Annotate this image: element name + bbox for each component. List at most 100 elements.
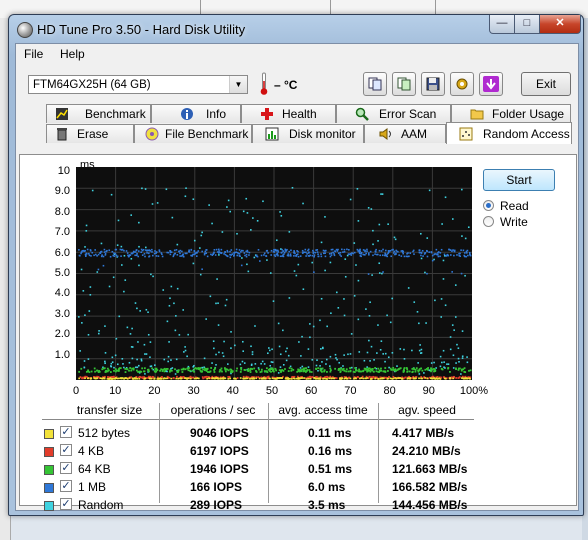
1mb-data-point bbox=[280, 251, 283, 254]
512-bytes-data-point bbox=[433, 377, 436, 380]
exit-button[interactable]: Exit bbox=[521, 72, 571, 96]
tab-info[interactable]: Info bbox=[151, 104, 241, 123]
random-data-point bbox=[175, 315, 177, 317]
1mb-data-point bbox=[304, 248, 307, 251]
512-bytes-data-point bbox=[359, 377, 361, 380]
1mb-data-point bbox=[224, 251, 226, 254]
1mb-data-point bbox=[155, 255, 158, 257]
series-checkbox[interactable]: ✓ bbox=[60, 498, 72, 510]
random-data-point bbox=[121, 264, 123, 266]
1mb-data-point bbox=[342, 251, 344, 253]
tab-disk-monitor[interactable]: Disk monitor bbox=[252, 124, 364, 143]
1mb-data-point bbox=[220, 248, 223, 251]
1mb-data-point bbox=[375, 248, 377, 251]
tab-folder-usage[interactable]: Folder Usage bbox=[451, 104, 571, 123]
random-data-point bbox=[263, 363, 266, 365]
series-checkbox[interactable]: ✓ bbox=[60, 462, 72, 474]
random-data-point bbox=[324, 269, 326, 272]
64kb-data-point bbox=[337, 369, 340, 371]
1mb-data-point bbox=[248, 251, 251, 254]
64kb-data-point bbox=[287, 370, 290, 373]
random-data-point bbox=[216, 278, 218, 280]
64kb-data-point bbox=[339, 368, 342, 370]
1mb-data-point bbox=[305, 255, 307, 257]
64kb-data-point bbox=[177, 370, 180, 373]
series-checkbox[interactable]: ✓ bbox=[60, 480, 72, 492]
menu-file[interactable]: File bbox=[24, 47, 43, 61]
tab-benchmark[interactable]: Benchmark bbox=[46, 104, 151, 123]
menu-help[interactable]: Help bbox=[60, 47, 85, 61]
1mb-data-point bbox=[283, 251, 286, 254]
random-data-point bbox=[215, 302, 217, 305]
4kb-data-point bbox=[168, 376, 171, 379]
table-row: ✓ 64 KB 1946 IOPS 0.51 ms 121.663 MB/s bbox=[42, 461, 474, 479]
write-radio[interactable]: Write bbox=[483, 215, 563, 231]
1mb-data-point bbox=[103, 251, 106, 253]
1mb-data-point bbox=[96, 255, 98, 257]
4kb-data-point bbox=[368, 375, 371, 378]
random-data-point bbox=[234, 344, 236, 347]
1mb-data-point bbox=[392, 248, 394, 251]
64kb-data-point bbox=[180, 368, 183, 371]
series-checkbox[interactable]: ✓ bbox=[60, 444, 72, 456]
1mb-data-point bbox=[94, 249, 96, 251]
random-data-point bbox=[300, 355, 302, 357]
512-bytes-data-point bbox=[170, 377, 173, 380]
series-checkbox[interactable]: ✓ bbox=[60, 426, 72, 438]
tab-erase[interactable]: Erase bbox=[46, 124, 134, 143]
1mb-data-point bbox=[161, 255, 164, 258]
save-button[interactable] bbox=[421, 72, 445, 96]
random-data-point bbox=[311, 261, 314, 264]
drive-select[interactable]: FTM64GX25H (64 GB) ▼ bbox=[28, 75, 248, 94]
options-button[interactable] bbox=[450, 72, 474, 96]
64kb-data-point bbox=[326, 370, 328, 373]
tab-error-scan[interactable]: Error Scan bbox=[336, 104, 451, 123]
random-data-point bbox=[328, 365, 331, 367]
read-radio[interactable]: Read bbox=[483, 199, 563, 215]
tab-random-access[interactable]: Random Access bbox=[446, 122, 572, 144]
random-data-point bbox=[461, 330, 464, 332]
tab-file-benchmark[interactable]: File Benchmark bbox=[134, 124, 252, 143]
64kb-data-point bbox=[468, 369, 470, 372]
1mb-data-point bbox=[276, 253, 279, 256]
close-button[interactable]: ✕ bbox=[539, 15, 581, 34]
minimize-button[interactable]: — bbox=[489, 15, 515, 34]
4kb-data-point bbox=[166, 375, 169, 378]
random-data-point bbox=[85, 230, 88, 232]
random-data-point bbox=[163, 358, 166, 361]
download-button[interactable] bbox=[479, 72, 503, 96]
random-data-point bbox=[225, 298, 228, 301]
maximize-button[interactable]: □ bbox=[514, 15, 540, 34]
copy-text-button[interactable] bbox=[392, 72, 416, 96]
chevron-down-icon[interactable]: ▼ bbox=[229, 76, 247, 93]
write-radio-dot[interactable] bbox=[483, 216, 494, 227]
64kb-data-point bbox=[155, 370, 158, 373]
y-tick-label: 1.0 bbox=[54, 348, 70, 361]
start-button[interactable]: Start bbox=[483, 169, 555, 191]
64kb-data-point bbox=[213, 371, 216, 373]
random-data-point bbox=[376, 352, 378, 354]
random-data-point bbox=[413, 301, 416, 303]
random-data-point bbox=[139, 310, 141, 312]
random-data-point bbox=[84, 314, 86, 316]
random-data-point bbox=[167, 355, 170, 358]
64kb-data-point bbox=[371, 367, 374, 370]
random-data-point bbox=[192, 262, 195, 265]
64kb-data-point bbox=[200, 370, 202, 373]
64kb-data-point bbox=[174, 368, 176, 371]
64kb-data-point bbox=[417, 370, 420, 373]
1mb-data-point bbox=[352, 252, 354, 255]
title-bar[interactable]: HD Tune Pro 3.50 - Hard Disk Utility — □… bbox=[9, 15, 583, 43]
copy-info-button[interactable] bbox=[363, 72, 387, 96]
tab-health[interactable]: Health bbox=[241, 104, 336, 123]
1mb-data-point bbox=[181, 250, 183, 253]
random-data-point bbox=[174, 329, 177, 332]
read-radio-dot[interactable] bbox=[483, 200, 494, 211]
1mb-data-point bbox=[179, 255, 181, 257]
64kb-data-point bbox=[306, 369, 309, 371]
random-data-point bbox=[416, 311, 419, 313]
tab-aam[interactable]: AAM bbox=[364, 124, 446, 143]
app-icon[interactable] bbox=[17, 22, 33, 38]
window-title: HD Tune Pro 3.50 - Hard Disk Utility bbox=[37, 22, 246, 37]
random-data-point bbox=[277, 322, 280, 325]
